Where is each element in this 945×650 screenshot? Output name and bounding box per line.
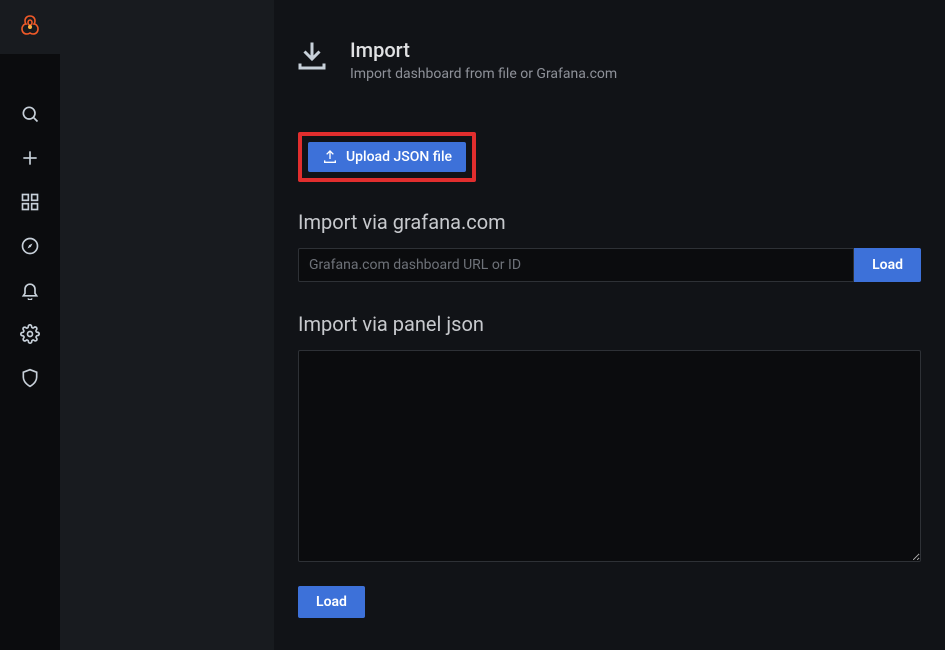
grafana-logo[interactable] [0, 0, 60, 54]
search-icon[interactable] [20, 104, 40, 124]
alerting-icon[interactable] [20, 280, 40, 300]
dashboards-icon[interactable] [20, 192, 40, 212]
page-header-text: Import Import dashboard from file or Gra… [350, 38, 617, 82]
import-icon [294, 38, 330, 78]
grafana-logo-icon [18, 14, 42, 40]
panel-json-textarea[interactable] [298, 350, 921, 562]
plus-icon[interactable] [20, 148, 40, 168]
main-area: Import Import dashboard from file or Gra… [60, 0, 945, 650]
upload-json-button[interactable]: Upload JSON file [308, 142, 466, 172]
grafana-url-input[interactable] [298, 248, 854, 282]
upload-json-label: Upload JSON file [346, 149, 452, 165]
import-panel: Upload JSON file Import via grafana.com … [274, 112, 945, 638]
explore-icon[interactable] [20, 236, 40, 256]
grafana-url-row: Load [298, 248, 921, 282]
sidebar [0, 0, 60, 650]
page-title: Import [350, 38, 617, 62]
section-title-json: Import via panel json [298, 312, 921, 336]
gear-icon[interactable] [20, 324, 40, 344]
content-area: Import Import dashboard from file or Gra… [274, 0, 945, 650]
load-grafana-button[interactable]: Load [854, 248, 921, 282]
page-header: Import Import dashboard from file or Gra… [274, 0, 945, 82]
shield-icon[interactable] [20, 368, 40, 388]
page-subtitle: Import dashboard from file or Grafana.co… [350, 66, 617, 82]
section-title-grafana: Import via grafana.com [298, 210, 921, 234]
sidebar-nav [20, 104, 40, 388]
upload-icon [322, 149, 338, 165]
upload-highlight-box: Upload JSON file [298, 132, 476, 182]
spacer-column [60, 0, 274, 650]
load-json-button[interactable]: Load [298, 586, 365, 618]
